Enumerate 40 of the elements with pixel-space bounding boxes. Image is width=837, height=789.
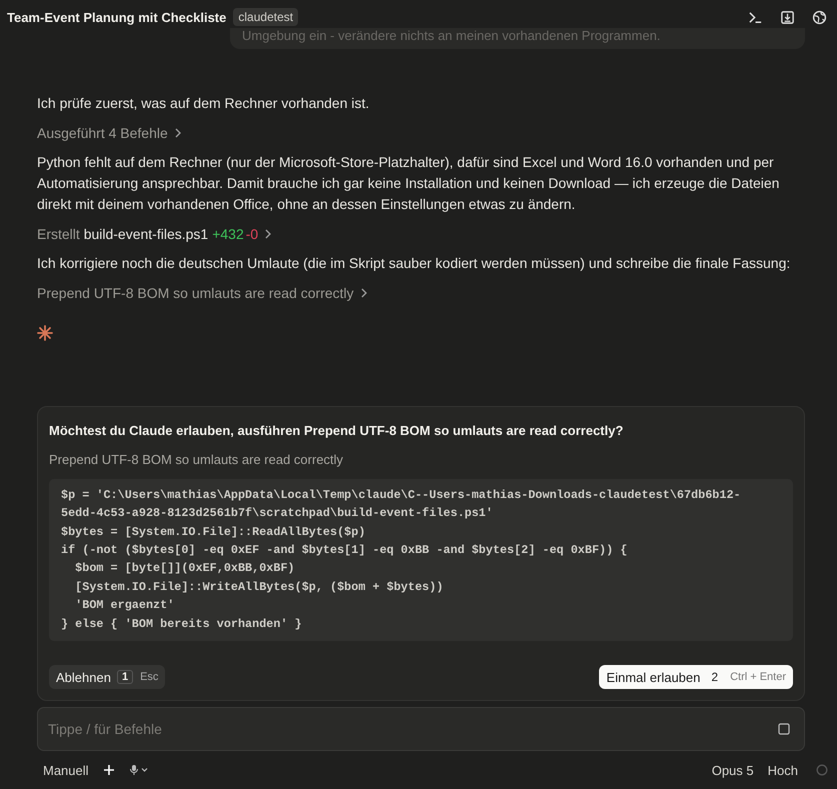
prompt-input-field[interactable]: Tippe / für Befehle xyxy=(37,707,805,751)
download-box-icon[interactable] xyxy=(780,10,795,24)
mode-selector[interactable]: Manuell xyxy=(43,762,89,778)
code-line: 5edd-4c53-a928-8123d2561b7f\scratchpad\build-event-files.ps1' xyxy=(61,505,494,522)
window-title: Team-Event Planung mit Checkliste xyxy=(7,10,226,24)
terminal-icon[interactable] xyxy=(748,10,763,24)
permission-question: Möchtest du Claude erlauben, ausführen Prepend UTF-8 BOM so umlauts are read correctly? xyxy=(49,422,624,438)
file-change-summary[interactable]: Erstellt build-event-files.ps1 +432-0 xyxy=(37,226,801,242)
square-icon[interactable] xyxy=(778,723,790,735)
project-badge: claudetest xyxy=(233,8,298,26)
chevron-icon xyxy=(174,127,182,139)
code-line: if (-not ($bytes[0] -eq 0xEF -and $bytes[1] -eq 0xBB -and $bytes[2] -eq 0xBF)) { xyxy=(61,542,628,559)
plus-icon[interactable] xyxy=(102,764,115,776)
deny-button[interactable]: Ablehnen 1 Esc xyxy=(49,665,166,689)
assistant-message: Ich korrigiere noch die deutschen Umlaute (die im Skript sauber kodiert werden müssen) und schreibe die finale Fassung: xyxy=(37,254,792,273)
effort-selector[interactable]: Hoch xyxy=(768,762,798,778)
shortcut-hint: Ctrl + Enter xyxy=(730,671,786,683)
assistant-message: Python fehlt auf dem Rechner (nur der Microsoft-Store-Platzhalter), dafür sind Excel und Word 16.0 vorhanden und per Automatisierung ansprechbar. Damit brauche ich gar keine Installation und keinen Download — ich erzeuge die Dateien direkt mit deinem vorhandenen Office, ohne an dessen Einstellungen etwas zu ändern. xyxy=(37,153,780,214)
user-message: Umgebung ein - verändere nichts an meinen vorhandenen Programmen. xyxy=(230,28,805,49)
code-line: } else { 'BOM bereits vorhanden' } xyxy=(61,616,303,633)
assistant-message: Ich prüfe zuerst, was auf dem Rechner vorhanden ist. xyxy=(37,94,370,113)
allow-once-button[interactable]: Einmal erlauben 2 Ctrl + Enter xyxy=(599,665,793,689)
command-description: Prepend UTF-8 BOM so umlauts are read correctly xyxy=(49,452,344,467)
code-line: [System.IO.File]::WriteAllBytes($p, ($bom + $bytes)) xyxy=(74,578,444,596)
key-hint: 1 xyxy=(116,670,134,684)
key-hint: 2 xyxy=(711,670,718,684)
code-line: 'BOM ergaenzt' xyxy=(74,597,176,614)
collapsed-action[interactable]: Prepend UTF-8 BOM so umlauts are read correctly xyxy=(37,285,801,301)
chevron-icon xyxy=(264,228,272,240)
code-line: $bytes = [System.IO.File]::ReadAllBytes($p) xyxy=(61,524,366,541)
chevron-icon xyxy=(360,287,368,299)
circle-icon xyxy=(816,764,828,776)
code-line: $bom = [byte[]](0xEF,0xBB,0xBF) xyxy=(74,560,296,578)
microphone-icon[interactable] xyxy=(128,764,149,776)
shortcut-hint: Esc xyxy=(140,671,158,683)
spinner-icon xyxy=(37,325,53,341)
model-selector[interactable]: Opus 5 xyxy=(712,762,754,778)
collapsed-action[interactable]: Ausgeführt 4 Befehle xyxy=(37,125,801,141)
globe-icon[interactable] xyxy=(812,10,827,24)
code-line: $p = 'C:\Users\mathias\AppData\Local\Temp\claude\C--Users-mathias-Downloads-claudetest\67db6b12- xyxy=(61,486,742,504)
